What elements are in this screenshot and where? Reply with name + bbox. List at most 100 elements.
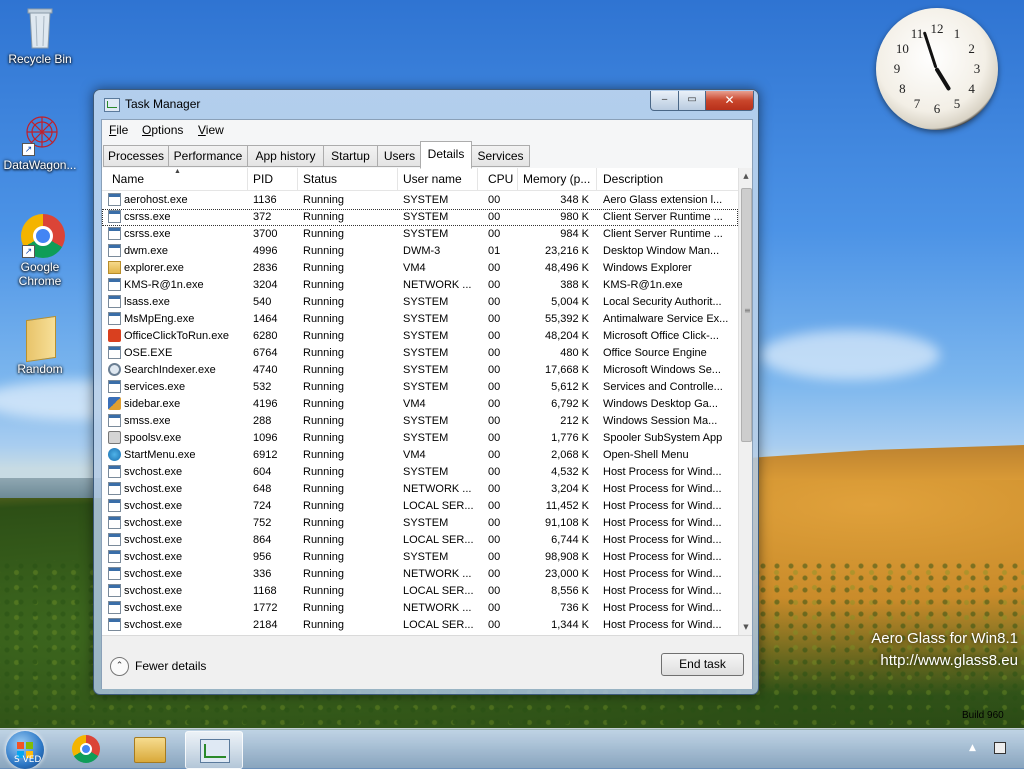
cell-cpu: 00 — [488, 381, 501, 393]
cell-user: VM4 — [403, 398, 426, 410]
column-divider[interactable] — [397, 168, 398, 190]
table-row[interactable]: svchost.exe 724 Running LOCAL SER... 00 11,45… — [102, 498, 738, 515]
table-row[interactable]: dwm.exe 4996 Running DWM-3 01 23,216 K Desktop… — [102, 243, 738, 260]
column-divider[interactable] — [297, 168, 298, 190]
scrollbar-thumb[interactable]: ≡ — [741, 188, 752, 442]
table-row[interactable]: svchost.exe 956 Running SYSTEM 00 98,908 K Hos… — [102, 549, 738, 566]
table-row[interactable]: explorer.exe 2836 Running VM4 00 48,496 K Wind… — [102, 260, 738, 277]
table-row[interactable]: svchost.exe 1772 Running NETWORK ... 00 736 K… — [102, 600, 738, 617]
cell-pid: 1464 — [253, 313, 278, 325]
tab-users[interactable]: Users — [377, 145, 422, 167]
table-row[interactable]: svchost.exe 604 Running SYSTEM 00 4,532 K Host… — [102, 464, 738, 481]
cell-cpu: 00 — [488, 228, 501, 240]
table-row[interactable]: OfficeClickToRun.exe 6280 Running SYSTEM 00 4… — [102, 328, 738, 345]
vertical-scrollbar[interactable]: ▲ ≡ ▼ — [738, 168, 752, 635]
cell-pid: 6764 — [253, 347, 278, 359]
cell-desc: Windows Explorer — [603, 262, 692, 274]
office-icon — [108, 329, 121, 342]
table-row[interactable]: SearchIndexer.exe 4740 Running SYSTEM 00 17,6… — [102, 362, 738, 379]
scroll-down-icon[interactable]: ▼ — [739, 619, 752, 635]
minimize-button[interactable]: ‒ — [650, 91, 679, 111]
table-row[interactable]: services.exe 532 Running SYSTEM 00 5,612 K Ser… — [102, 379, 738, 396]
column-divider[interactable] — [596, 168, 597, 190]
column-header-status[interactable]: Status — [303, 172, 337, 186]
cell-user: NETWORK ... — [403, 279, 472, 291]
table-row[interactable]: svchost.exe 864 Running LOCAL SER... 00 6,744… — [102, 532, 738, 549]
table-row[interactable]: csrss.exe 3700 Running SYSTEM 00 984 K Client … — [102, 226, 738, 243]
title-bar[interactable]: Task Manager ‒ ▭ ✕ — [94, 90, 758, 118]
clock-numeral: 9 — [893, 61, 901, 76]
table-row[interactable]: KMS-R@1n.exe 3204 Running NETWORK ... 00 388 … — [102, 277, 738, 294]
tab-startup[interactable]: Startup — [323, 145, 378, 167]
clock-numeral: 10 — [895, 41, 909, 56]
menu-file[interactable]: File — [109, 123, 128, 137]
tab-details[interactable]: Details — [420, 141, 472, 169]
cell-status: Running — [303, 449, 344, 461]
table-row[interactable]: svchost.exe 1168 Running LOCAL SER... 00 8,55… — [102, 583, 738, 600]
table-row[interactable]: MsMpEng.exe 1464 Running SYSTEM 00 55,392 K An… — [102, 311, 738, 328]
table-row[interactable]: csrss.exe 372 Running SYSTEM 00 980 K Client S… — [102, 209, 738, 226]
menu-options[interactable]: Options — [142, 123, 183, 137]
task-manager-window[interactable]: Task Manager ‒ ▭ ✕ File Options View Pro… — [93, 89, 759, 695]
sort-ascending-icon: ▲ — [174, 168, 181, 175]
tab-processes[interactable]: Processes — [103, 145, 169, 167]
process-icon — [108, 227, 121, 240]
table-row[interactable]: svchost.exe 2184 Running LOCAL SER... 00 1,34… — [102, 617, 738, 634]
cell-status: Running — [303, 211, 344, 223]
show-desktop-button[interactable] — [994, 742, 1006, 754]
clock-gadget[interactable]: 12 1 2 3 4 5 6 7 8 9 10 11 — [876, 8, 998, 130]
taskbar-button-chrome[interactable] — [58, 731, 114, 767]
cell-status: Running — [303, 194, 344, 206]
column-header-user-name[interactable]: User name — [403, 172, 462, 186]
menu-bar: File Options View — [102, 120, 752, 140]
column-header-name[interactable]: Name — [112, 172, 144, 186]
cell-mem: 23,216 K — [544, 245, 589, 257]
column-divider[interactable] — [477, 168, 478, 190]
column-header-description[interactable]: Description — [603, 172, 663, 186]
scroll-up-icon[interactable]: ▲ — [739, 168, 752, 184]
end-task-button[interactable]: End task — [661, 653, 744, 676]
column-divider[interactable] — [247, 168, 248, 190]
desktop-icon-random[interactable]: Random — [0, 315, 80, 376]
tab-services[interactable]: Services — [471, 145, 530, 167]
column-header-cpu[interactable]: CPU — [488, 172, 513, 186]
cell-mem: 11,452 K — [545, 500, 589, 512]
cell-cpu: 00 — [488, 551, 501, 563]
table-row[interactable]: OSE.EXE 6764 Running SYSTEM 00 480 K Office So… — [102, 345, 738, 362]
chevron-up-icon[interactable]: ⌃ — [110, 657, 129, 676]
tab-app-history[interactable]: App history — [247, 145, 324, 167]
menu-view[interactable]: View — [198, 123, 224, 137]
cell-user: SYSTEM — [403, 466, 449, 478]
table-row[interactable]: spoolsv.exe 1096 Running SYSTEM 00 1,776 K Spo… — [102, 430, 738, 447]
desktop-icon-datawagon[interactable]: ↗ DataWagon... — [0, 112, 80, 172]
close-button[interactable]: ✕ — [705, 91, 754, 111]
cell-pid: 372 — [253, 211, 272, 223]
column-header-memory[interactable]: Memory (p... — [523, 172, 590, 186]
tray-overflow-icon[interactable]: ▲ — [969, 743, 976, 753]
cell-cpu: 00 — [488, 500, 501, 512]
search-icon — [108, 363, 121, 376]
cell-cpu: 00 — [488, 398, 501, 410]
column-header-pid[interactable]: PID — [253, 172, 273, 186]
cell-name: smss.exe — [124, 415, 171, 427]
maximize-button[interactable]: ▭ — [678, 91, 706, 111]
cell-desc: Local Security Authorit... — [603, 296, 722, 308]
table-row[interactable]: aerohost.exe 1136 Running SYSTEM 00 348 K Aero… — [102, 192, 738, 209]
desktop-icon-google-chrome[interactable]: ↗ Google Chrome — [0, 214, 80, 288]
fewer-details-link[interactable]: Fewer details — [135, 659, 206, 673]
desktop-icon-recycle-bin[interactable]: Recycle Bin — [0, 6, 80, 66]
column-divider[interactable] — [517, 168, 518, 190]
table-row[interactable]: svchost.exe 336 Running NETWORK ... 00 23,000… — [102, 566, 738, 583]
table-row[interactable]: svchost.exe 752 Running SYSTEM 00 91,108 K Hos… — [102, 515, 738, 532]
table-row[interactable]: StartMenu.exe 6912 Running VM4 00 2,068 K Open… — [102, 447, 738, 464]
process-icon — [108, 567, 121, 580]
taskbar-button-file-explorer[interactable] — [121, 731, 177, 767]
taskbar-button-task-manager[interactable] — [185, 731, 243, 769]
table-row[interactable]: svchost.exe 648 Running NETWORK ... 00 3,204 … — [102, 481, 738, 498]
table-row[interactable]: sidebar.exe 4196 Running VM4 00 6,792 K Window… — [102, 396, 738, 413]
cell-name: svchost.exe — [124, 534, 183, 546]
table-row[interactable]: smss.exe 288 Running SYSTEM 00 212 K Windows S… — [102, 413, 738, 430]
table-row[interactable]: lsass.exe 540 Running SYSTEM 00 5,004 K Local … — [102, 294, 738, 311]
process-icon — [108, 278, 121, 291]
tab-performance[interactable]: Performance — [168, 145, 248, 167]
